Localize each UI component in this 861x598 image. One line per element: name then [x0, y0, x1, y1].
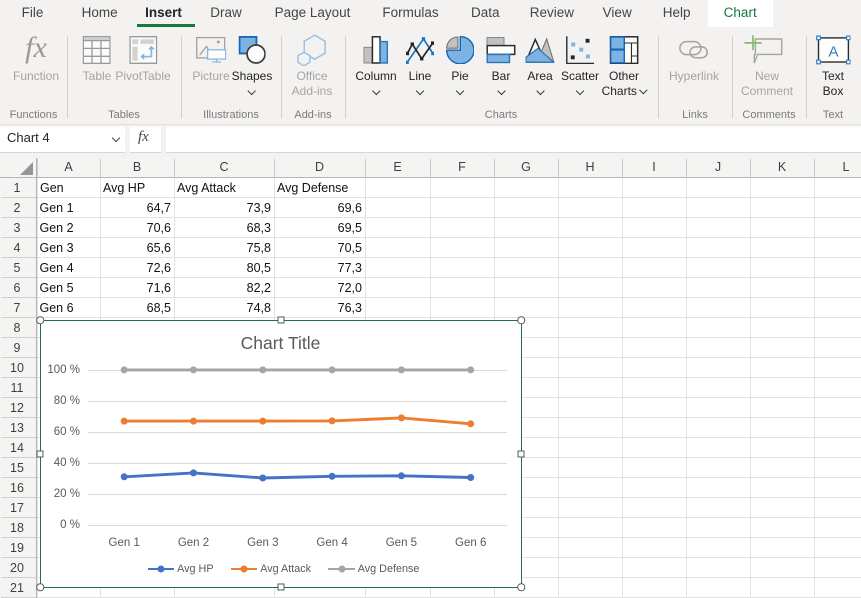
svg-text:A: A [828, 44, 838, 61]
